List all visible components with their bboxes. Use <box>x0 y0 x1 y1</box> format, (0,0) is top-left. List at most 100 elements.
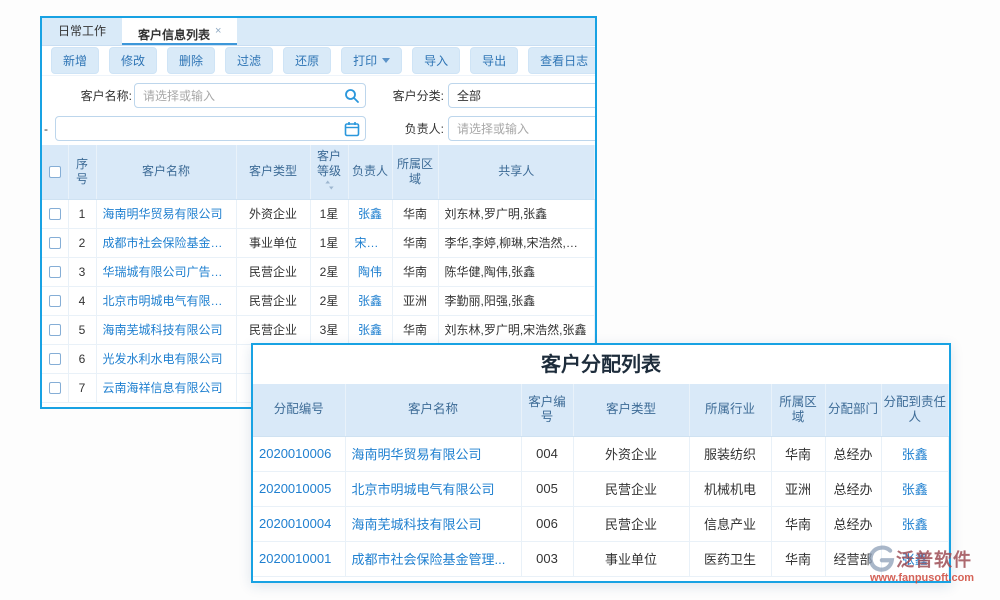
cell-type: 事业单位 <box>573 541 689 576</box>
cell-manager[interactable]: 陶伟 <box>348 257 392 286</box>
cell-manager[interactable]: 张鑫 <box>348 315 392 344</box>
view-log-button[interactable]: 查看日志 <box>528 47 597 74</box>
cell-region: 华南 <box>392 315 438 344</box>
cell-name[interactable]: 海南芜城科技有限公司 <box>96 315 236 344</box>
cell-region: 华南 <box>392 228 438 257</box>
table-row[interactable]: 2020010006海南明华贸易有限公司004外资企业服装纺织华南总经办张鑫 <box>253 436 949 471</box>
checkbox-cell <box>42 199 68 228</box>
cell-no: 3 <box>68 257 96 286</box>
print-button[interactable]: 打印 <box>341 47 402 74</box>
table-row[interactable]: 4北京市明城电气有限公司民营企业2星张鑫亚洲李勤丽,阳强,张鑫 <box>42 286 595 315</box>
dropdown-caret-icon <box>382 58 390 63</box>
cell-industry: 机械机电 <box>689 471 771 506</box>
search-icon[interactable] <box>344 88 360 104</box>
column-header[interactable]: 分配到责任人 <box>881 384 949 436</box>
modify-button[interactable]: 修改 <box>109 47 157 74</box>
column-header[interactable]: 客户名称 <box>345 384 521 436</box>
table-row[interactable]: 2020010004海南芜城科技有限公司006民营企业信息产业华南总经办张鑫 <box>253 506 949 541</box>
cell-name[interactable]: 海南明华贸易有限公司 <box>345 436 521 471</box>
column-header[interactable]: 共享人 <box>438 145 595 199</box>
cell-assignee[interactable]: 张鑫 <box>881 506 949 541</box>
tab-daily-work[interactable]: 日常工作 <box>42 18 122 45</box>
view-log-button-label: 查看日志 <box>540 52 588 69</box>
table-row[interactable]: 5海南芜城科技有限公司民营企业3星张鑫华南刘东林,罗广明,宋浩然,张鑫 <box>42 315 595 344</box>
column-header[interactable]: 负责人 <box>348 145 392 199</box>
cell-name[interactable]: 北京市明城电气有限公司 <box>345 471 521 506</box>
checkbox-cell <box>42 228 68 257</box>
row-checkbox[interactable] <box>49 295 61 307</box>
cell-alloc_no[interactable]: 2020010005 <box>253 471 345 506</box>
row-checkbox[interactable] <box>49 208 61 220</box>
table-row[interactable]: 2020010001成都市社会保险基金管理...003事业单位医药卫生华南经营部… <box>253 541 949 576</box>
column-header[interactable]: 客户名称 <box>96 145 236 199</box>
cell-region: 亚洲 <box>771 471 825 506</box>
table-row[interactable]: 2成都市社会保险基金管理...事业单位1星宋浩然华南李华,李婷,柳琳,宋浩然,张… <box>42 228 595 257</box>
cell-assignee[interactable]: 张鑫 <box>881 436 949 471</box>
cell-alloc_no[interactable]: 2020010006 <box>253 436 345 471</box>
cell-industry: 信息产业 <box>689 506 771 541</box>
column-header[interactable]: 所属区域 <box>392 145 438 199</box>
cell-name[interactable]: 成都市社会保险基金管理... <box>345 541 521 576</box>
cell-name[interactable]: 成都市社会保险基金管理... <box>96 228 236 257</box>
checkbox-cell <box>42 344 68 373</box>
cell-name[interactable]: 海南明华贸易有限公司 <box>96 199 236 228</box>
cell-region: 华南 <box>771 436 825 471</box>
cell-name[interactable]: 云南海祥信息有限公司 <box>96 373 236 402</box>
cell-assignee[interactable]: 张鑫 <box>881 471 949 506</box>
date-to-input[interactable] <box>55 116 366 141</box>
vendor-brand-text: 泛普软件 <box>896 546 972 572</box>
customer-category-select[interactable] <box>448 83 597 108</box>
column-header[interactable]: 客户编号 <box>521 384 573 436</box>
import-button-label: 导入 <box>424 52 448 69</box>
date-range-separator: - <box>44 116 52 142</box>
cell-alloc_no[interactable]: 2020010001 <box>253 541 345 576</box>
row-checkbox[interactable] <box>49 382 61 394</box>
column-header[interactable]: 客户类型 <box>236 145 310 199</box>
close-icon[interactable]: × <box>215 25 221 37</box>
export-button[interactable]: 导出 <box>470 47 518 74</box>
customer-category-label: 客户分类: <box>380 83 444 109</box>
column-header[interactable]: 客户类型 <box>573 384 689 436</box>
cell-level: 1星 <box>310 199 348 228</box>
row-checkbox[interactable] <box>49 353 61 365</box>
calendar-icon[interactable] <box>344 121 360 137</box>
select-all-checkbox[interactable] <box>49 166 61 178</box>
column-header[interactable]: 分配部门 <box>825 384 881 436</box>
table-row[interactable]: 1海南明华贸易有限公司外资企业1星张鑫华南刘东林,罗广明,张鑫 <box>42 199 595 228</box>
cell-region: 华南 <box>392 257 438 286</box>
column-header[interactable]: 所属行业 <box>689 384 771 436</box>
cell-shared: 刘东林,罗广明,宋浩然,张鑫 <box>438 315 595 344</box>
cell-name[interactable]: 华瑞城有限公司广告设计部 <box>96 257 236 286</box>
row-checkbox[interactable] <box>49 324 61 336</box>
filter-button[interactable]: 过滤 <box>225 47 273 74</box>
column-header[interactable]: 客户等级 <box>310 145 348 199</box>
column-header[interactable]: 所属区域 <box>771 384 825 436</box>
column-header[interactable]: 序号 <box>68 145 96 199</box>
cell-name[interactable]: 北京市明城电气有限公司 <box>96 286 236 315</box>
column-header[interactable]: 分配编号 <box>253 384 345 436</box>
cell-dept: 总经办 <box>825 471 881 506</box>
import-button[interactable]: 导入 <box>412 47 460 74</box>
cell-alloc_no[interactable]: 2020010004 <box>253 506 345 541</box>
cell-level: 1星 <box>310 228 348 257</box>
cell-manager[interactable]: 宋浩然 <box>348 228 392 257</box>
cell-manager[interactable]: 张鑫 <box>348 199 392 228</box>
customer-name-input[interactable] <box>134 83 366 108</box>
delete-button-label: 删除 <box>179 52 203 69</box>
cell-manager[interactable]: 张鑫 <box>348 286 392 315</box>
add-button[interactable]: 新增 <box>51 47 99 74</box>
vendor-url-text: www.fanpusoft.com <box>866 572 996 584</box>
delete-button[interactable]: 删除 <box>167 47 215 74</box>
cell-name[interactable]: 光发水利水电有限公司 <box>96 344 236 373</box>
sort-icon[interactable] <box>325 179 334 194</box>
cell-cust_no: 003 <box>521 541 573 576</box>
table-row[interactable]: 3华瑞城有限公司广告设计部民营企业2星陶伟华南陈华健,陶伟,张鑫 <box>42 257 595 286</box>
restore-button[interactable]: 还原 <box>283 47 331 74</box>
row-checkbox[interactable] <box>49 237 61 249</box>
table-row[interactable]: 2020010005北京市明城电气有限公司005民营企业机械机电亚洲总经办张鑫 <box>253 471 949 506</box>
cell-name[interactable]: 海南芜城科技有限公司 <box>345 506 521 541</box>
tab-customer-info-list[interactable]: 客户信息列表× <box>122 18 237 45</box>
manager-input[interactable] <box>448 116 597 141</box>
row-checkbox[interactable] <box>49 266 61 278</box>
cell-shared: 李华,李婷,柳琳,宋浩然,张鑫 <box>438 228 595 257</box>
